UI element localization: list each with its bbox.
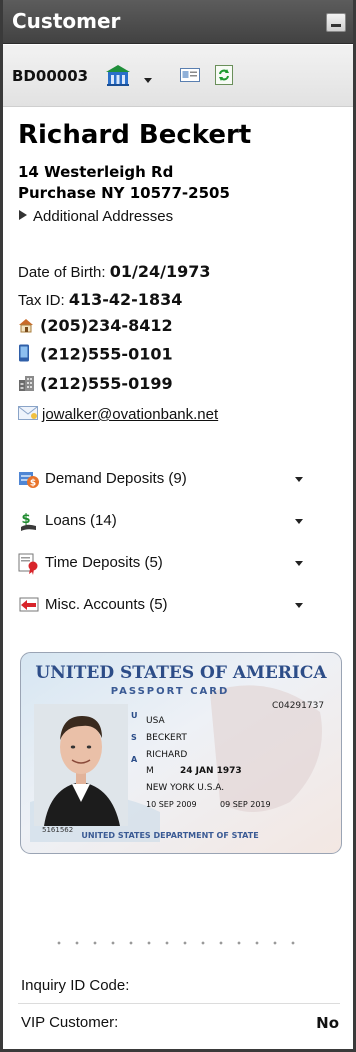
card-doc-type: PASSPORT CARD	[111, 686, 230, 697]
envelope-icon	[18, 406, 38, 424]
tax-id-label: Tax ID:	[18, 292, 65, 309]
card-sex: M	[146, 766, 154, 776]
dob-label: Date of Birth:	[18, 264, 106, 281]
tax-id: Tax ID: 413-42-1834	[18, 290, 182, 309]
card-given-name: RICHARD	[146, 750, 187, 760]
chevron-down-icon[interactable]	[295, 477, 303, 482]
address-line-2: Purchase NY 10577-2505	[18, 184, 230, 202]
account-group-label: Misc. Accounts (5)	[45, 596, 168, 613]
account-group-label: Demand Deposits (9)	[45, 470, 187, 487]
account-group-time-deposits[interactable]: Time Deposits (5)	[18, 552, 308, 575]
panel-titlebar: Customer	[3, 0, 353, 44]
work-phone[interactable]: (212)555-0199	[18, 374, 173, 395]
account-group-label: Loans (14)	[45, 512, 117, 529]
mobile-phone[interactable]: (212)555-0101	[18, 344, 173, 366]
account-group-loans[interactable]: $ Loans (14)	[18, 510, 308, 532]
office-building-icon	[18, 375, 40, 395]
email-value: jowalker@ovationbank.net	[42, 406, 219, 423]
email-link[interactable]: jowalker@ovationbank.net	[18, 406, 218, 424]
card-number: C04291737	[272, 701, 324, 711]
mobile-phone-value: (212)555-0101	[40, 344, 173, 364]
work-phone-value: (212)555-0199	[40, 374, 173, 393]
svg-text:A: A	[131, 755, 138, 764]
customer-id: BD00003	[12, 67, 89, 85]
refresh-document-icon[interactable]	[215, 65, 233, 90]
chevron-down-icon[interactable]	[295, 561, 303, 566]
svg-text:$: $	[30, 479, 36, 489]
customer-panel: Customer BD00003 Richard Beckert 14 West…	[0, 0, 356, 1052]
customer-name: Richard Beckert	[18, 120, 252, 150]
deposit-coins-icon: $	[18, 469, 40, 493]
passport-card-image[interactable]: UNITED STATES OF AMERICA PASSPORT CARD C…	[20, 652, 342, 854]
field-separator	[18, 1003, 340, 1004]
card-serial: 5161562	[42, 826, 73, 834]
expand-triangle-icon	[19, 210, 27, 220]
chevron-down-icon[interactable]	[295, 519, 303, 524]
home-phone[interactable]: (205)234-8412	[18, 316, 173, 337]
card-issued: 10 SEP 2009	[146, 800, 197, 809]
card-expires: 09 SEP 2019	[220, 800, 271, 809]
tax-id-value: 413-42-1834	[68, 290, 183, 309]
dob-value: 01/24/1973	[109, 262, 211, 281]
chevron-down-icon[interactable]	[144, 71, 152, 89]
inquiry-id-label: Inquiry ID Code:	[21, 977, 130, 994]
account-group-misc-accounts[interactable]: Misc. Accounts (5)	[18, 594, 308, 616]
account-group-label: Time Deposits (5)	[45, 554, 163, 571]
customer-toolbar: BD00003	[3, 45, 353, 107]
card-footer: UNITED STATES DEPARTMENT OF STATE	[81, 831, 258, 840]
loan-dollar-icon: $	[18, 511, 40, 537]
address-line-1: 14 Westerleigh Rd	[18, 163, 174, 181]
vip-customer-label: VIP Customer:	[21, 1014, 119, 1031]
misc-account-arrow-icon	[18, 595, 40, 619]
additional-addresses-toggle[interactable]: Additional Addresses	[19, 208, 173, 225]
card-surname: BECKERT	[146, 733, 187, 743]
collapse-button[interactable]	[326, 13, 346, 32]
certificate-ribbon-icon	[18, 553, 40, 579]
house-icon	[18, 317, 40, 337]
bank-building-icon[interactable]	[105, 63, 131, 92]
inquiry-id-field: Inquiry ID Code:	[21, 977, 341, 994]
panel-title: Customer	[12, 9, 121, 33]
vip-customer-value: No	[316, 1014, 339, 1032]
vip-customer-field: VIP Customer: No	[21, 1014, 341, 1032]
additional-addresses-label: Additional Addresses	[33, 208, 174, 225]
contact-card-icon[interactable]	[180, 67, 200, 88]
svg-text:S: S	[131, 733, 137, 742]
card-country: UNITED STATES OF AMERICA	[35, 663, 327, 683]
home-phone-value: (205)234-8412	[40, 316, 173, 335]
card-place-of-birth: NEW YORK U.S.A.	[146, 783, 224, 793]
date-of-birth: Date of Birth: 01/24/1973	[18, 262, 210, 281]
svg-text:U: U	[131, 711, 138, 720]
mobile-phone-icon	[18, 344, 40, 366]
card-nationality: USA	[146, 716, 165, 726]
card-dob: 24 JAN 1973	[180, 766, 242, 776]
chevron-down-icon[interactable]	[295, 603, 303, 608]
divider-dots	[50, 941, 300, 945]
account-group-demand-deposits[interactable]: $ Demand Deposits (9)	[18, 468, 308, 490]
